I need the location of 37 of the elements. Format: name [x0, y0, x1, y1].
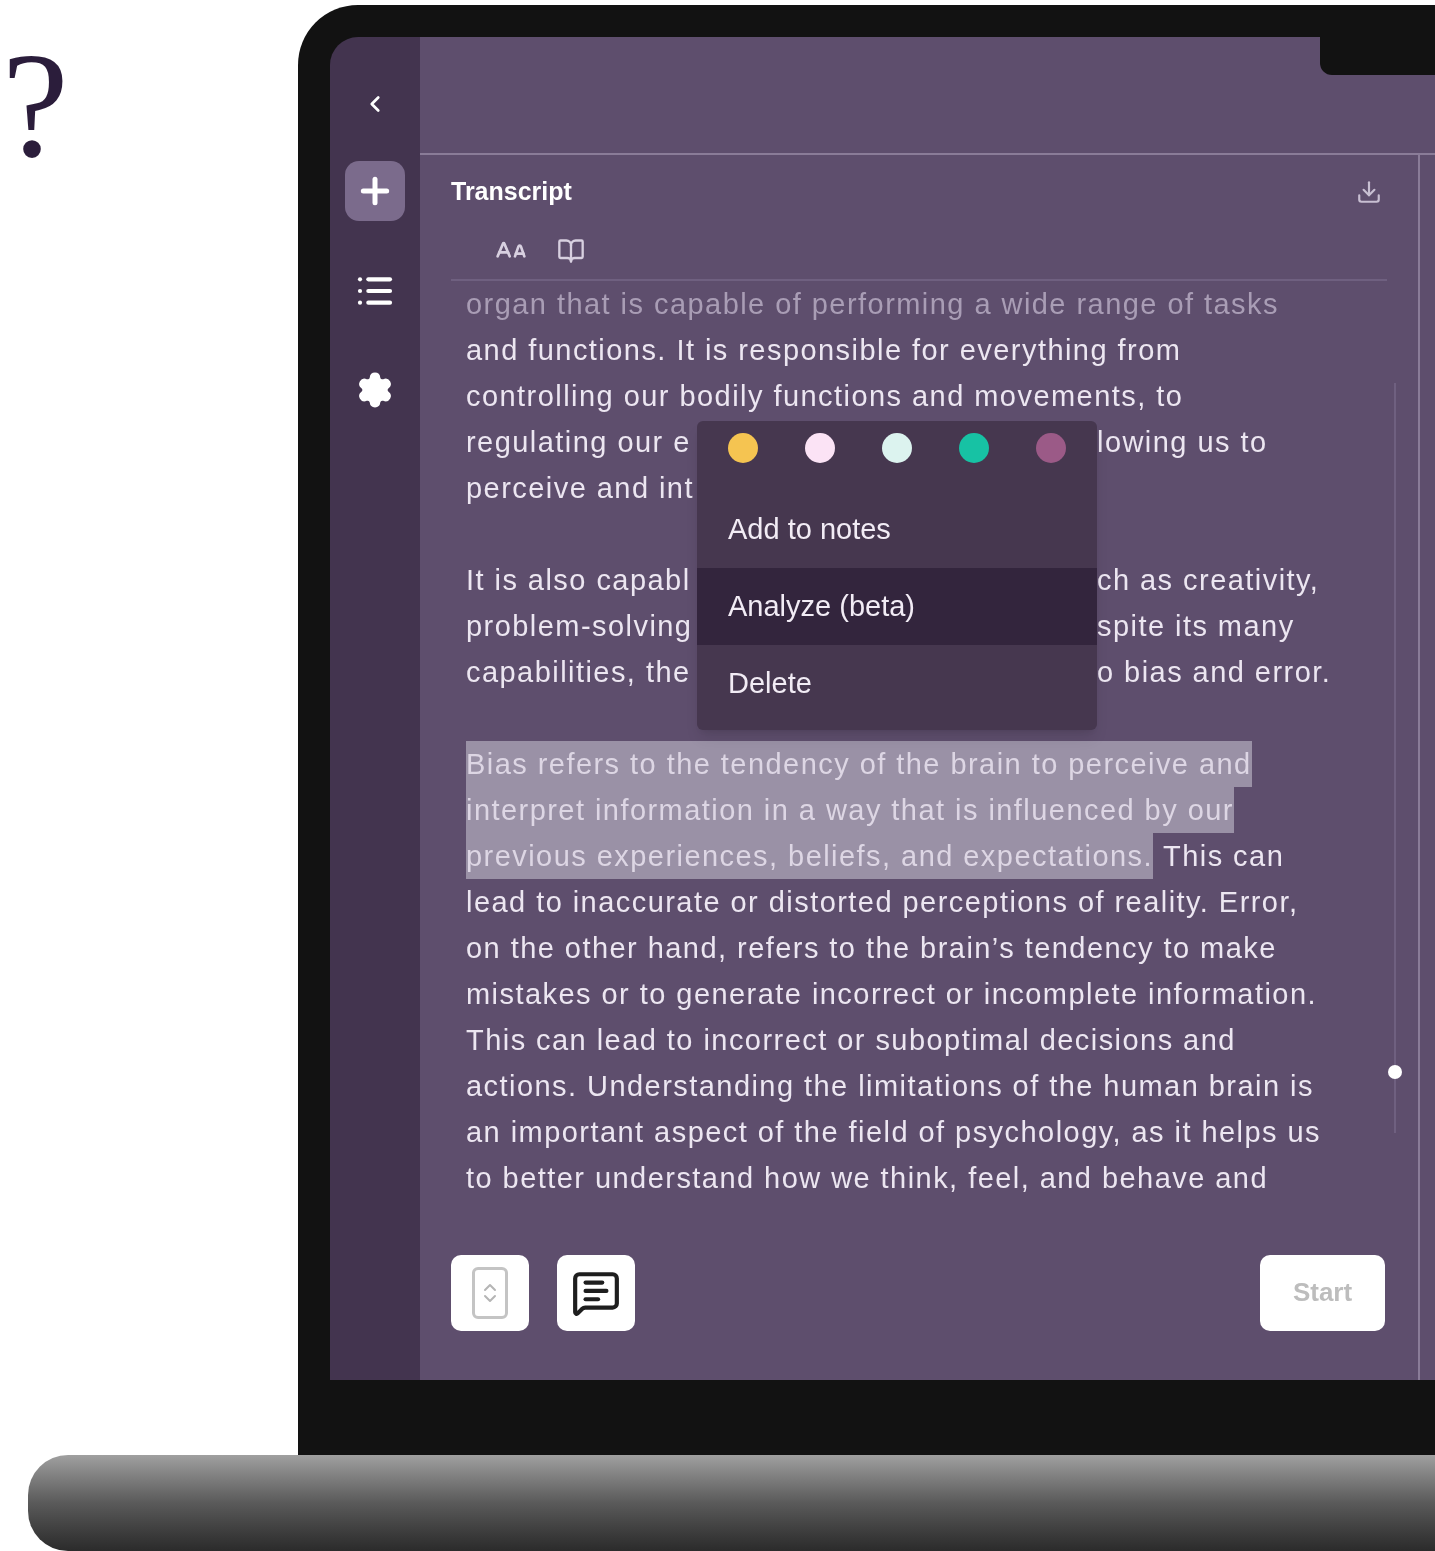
scroll-thumb[interactable] [1388, 1064, 1402, 1079]
settings-icon[interactable] [356, 371, 394, 409]
updown-icon [472, 1266, 508, 1319]
transcript-text: problem-solving [466, 608, 693, 644]
download-icon[interactable] [1356, 178, 1382, 205]
transcript-text: lowing us to [1097, 424, 1268, 460]
menu-item[interactable]: Analyze (beta) [697, 567, 1097, 645]
add-button[interactable] [345, 161, 405, 221]
chat-button[interactable] [557, 1254, 635, 1331]
transcript-text: and functions. It is responsible for everything from [466, 332, 1182, 368]
transcript-text: controlling our bodily functions and movements, to [466, 378, 1184, 414]
transcript-text: o bias and error. [1097, 654, 1332, 690]
transcript-text: spite its many [1097, 608, 1295, 644]
expand-button[interactable] [451, 1254, 529, 1331]
transcript-text: on the other hand, refers to the brain’s tendency to make [466, 930, 1277, 966]
transcript-text: This can [1163, 838, 1285, 874]
transcript-text: It is also capabl [466, 562, 691, 598]
panel-title: Transcript [451, 176, 572, 207]
highlighted-text: interpret information in a way that is influenced by our [466, 786, 1234, 833]
book-icon[interactable] [557, 236, 585, 265]
question-mark: ? [2, 30, 69, 180]
transcript-text: to better understand how we think, feel, and behave and [466, 1160, 1269, 1196]
transcript-text: lead to inaccurate or distorted perceptions of reality. Error, [466, 884, 1299, 920]
transcript-text: mistakes or to generate incorrect or incomplete information. [466, 976, 1317, 1012]
transcript-text: capabilities, the [466, 654, 691, 690]
transcript-text: an important aspect of the field of psychology, as it helps us [466, 1114, 1322, 1150]
transcript-text: regulating our e [466, 424, 691, 460]
transcript-text: actions. Understanding the limitations of the human brain is [466, 1068, 1314, 1104]
menu-item[interactable]: Add to notes [697, 490, 1097, 568]
menu-item[interactable]: Delete [697, 644, 1097, 722]
transcript-text: This can lead to incorrect or suboptimal decisions and [466, 1022, 1236, 1058]
highlighted-text: previous experiences, beliefs, and expectations. [466, 832, 1154, 879]
highlighted-text: Bias refers to the tendency of the brain to perceive and [466, 740, 1252, 787]
transcript-text: perceive and int [466, 470, 694, 506]
transcript-text: ch as creativity, [1097, 562, 1320, 598]
faded-text: organ that is capable of performing a wide range of tasks [466, 286, 1279, 322]
scrollbar[interactable] [1388, 382, 1402, 1133]
